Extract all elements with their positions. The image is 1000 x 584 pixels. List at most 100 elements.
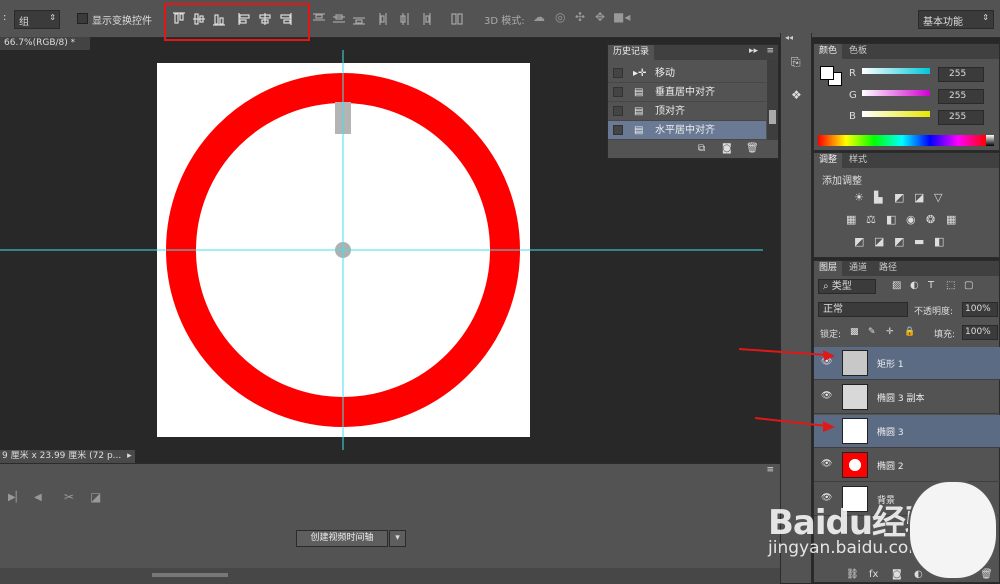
black-white-icon[interactable]: ◧: [886, 213, 896, 226]
distribute-hcenter-icon[interactable]: [398, 12, 412, 26]
blend-mode-dropdown[interactable]: 正常: [818, 302, 908, 317]
chevron-down-icon[interactable]: ▾: [389, 530, 406, 547]
filter-pixel-icon[interactable]: ▨: [892, 280, 901, 291]
filter-type-icon[interactable]: T: [928, 280, 934, 291]
history-checkbox[interactable]: [613, 125, 623, 135]
fill-input[interactable]: 100%: [962, 325, 998, 340]
history-checkbox[interactable]: [613, 87, 623, 97]
align-top-icon[interactable]: [172, 12, 186, 26]
color-lookup-icon[interactable]: ▦: [946, 213, 956, 226]
collapse-icon[interactable]: ▸▸: [749, 46, 758, 56]
tab-swatches[interactable]: 色板: [844, 44, 872, 59]
collapse-icon[interactable]: ◂◂: [785, 33, 793, 42]
channel-r-slider[interactable]: [862, 68, 930, 74]
new-adjustment-layer-icon[interactable]: ◐: [914, 569, 923, 580]
eye-icon[interactable]: 👁: [821, 459, 833, 471]
history-dock-icon[interactable]: ⎘: [791, 55, 801, 70]
grayscale-ramp[interactable]: [986, 135, 994, 146]
distribute-right-icon[interactable]: [418, 12, 432, 26]
create-video-timeline-button[interactable]: 创建视频时间轴: [296, 530, 388, 547]
tab-styles[interactable]: 样式: [844, 153, 872, 168]
scissors-icon[interactable]: ✂: [64, 490, 74, 504]
distribute-left-icon[interactable]: [378, 12, 392, 26]
gradient-map-icon[interactable]: ▬: [914, 235, 924, 248]
history-scrollbar[interactable]: [767, 60, 778, 140]
scale-3d-icon[interactable]: ■◂: [613, 10, 630, 24]
curves-icon[interactable]: ◩: [894, 191, 904, 204]
drag-3d-icon[interactable]: ✣: [575, 10, 585, 24]
lock-position-icon[interactable]: ✛: [886, 327, 894, 337]
filter-adjustment-icon[interactable]: ◐: [910, 280, 919, 291]
zoom-slider[interactable]: [152, 573, 228, 577]
lock-pixels-icon[interactable]: ✎: [868, 327, 876, 337]
history-item[interactable]: ▤ 垂直居中对齐: [608, 83, 766, 102]
panel-menu-icon[interactable]: ≡: [766, 465, 774, 475]
document-tab[interactable]: 66.7%(RGB/8) * ×: [0, 37, 90, 61]
posterize-icon[interactable]: ◪: [874, 235, 884, 248]
selective-color-icon[interactable]: ◧: [934, 235, 944, 248]
threshold-icon[interactable]: ◩: [894, 235, 904, 248]
new-document-from-state-icon[interactable]: ⧉: [698, 143, 705, 154]
tab-history[interactable]: 历史记录: [608, 45, 655, 60]
filter-shape-icon[interactable]: ⬚: [946, 280, 955, 291]
arrow-right-icon[interactable]: ▸: [127, 451, 132, 461]
tab-channels[interactable]: 通道: [844, 261, 872, 276]
align-right-icon[interactable]: [278, 12, 292, 26]
distribute-vcenter-icon[interactable]: [332, 12, 346, 26]
history-item[interactable]: ▤ 水平居中对齐: [608, 121, 766, 140]
tab-paths[interactable]: 路径: [874, 261, 902, 276]
exposure-icon[interactable]: ◪: [914, 191, 924, 204]
opacity-input[interactable]: 100%: [962, 302, 998, 317]
properties-dock-icon[interactable]: ❖: [791, 88, 802, 102]
add-mask-icon[interactable]: ◙: [892, 569, 902, 580]
transition-icon[interactable]: ◪: [90, 490, 101, 504]
channel-b-slider[interactable]: [862, 111, 930, 117]
vibrance-icon[interactable]: ▽: [934, 191, 942, 204]
lock-all-icon[interactable]: 🔒: [904, 327, 915, 337]
tab-adjustments[interactable]: 调整: [814, 153, 843, 168]
camera-snapshot-icon[interactable]: ◙: [722, 143, 732, 154]
tab-layers[interactable]: 图层: [814, 261, 843, 276]
align-horizontal-center-icon[interactable]: [258, 12, 272, 26]
color-balance-icon[interactable]: ⚖: [866, 213, 876, 226]
brightness-icon[interactable]: ☀: [854, 191, 864, 204]
levels-icon[interactable]: ▙: [874, 191, 882, 204]
play-icon[interactable]: ▶▏: [8, 492, 23, 503]
show-transform-checkbox[interactable]: [77, 13, 88, 24]
channel-mixer-icon[interactable]: ❂: [926, 213, 935, 226]
rotate-3d-icon[interactable]: ☁: [533, 10, 545, 24]
distribute-top-icon[interactable]: [312, 12, 326, 26]
auto-select-dropdown[interactable]: 组 ⇕: [14, 10, 60, 29]
channel-g-slider[interactable]: [862, 90, 930, 96]
layer-filter-dropdown[interactable]: ⌕ 类型: [818, 279, 876, 294]
distribute-bottom-icon[interactable]: [352, 12, 366, 26]
link-layers-icon[interactable]: ⛓: [846, 569, 859, 580]
fx-icon[interactable]: fx: [869, 569, 878, 580]
channel-g-value[interactable]: 255: [938, 89, 984, 104]
lock-transparent-icon[interactable]: ▩: [850, 327, 859, 337]
history-item[interactable]: ▸✛ 移动: [608, 64, 766, 83]
slide-3d-icon[interactable]: ✥: [595, 10, 605, 24]
history-checkbox[interactable]: [613, 106, 623, 116]
panel-menu-icon[interactable]: ≡: [766, 46, 774, 56]
align-vertical-center-icon[interactable]: [192, 12, 206, 26]
roll-3d-icon[interactable]: ◎: [555, 10, 565, 24]
invert-icon[interactable]: ◩: [854, 235, 864, 248]
tab-color[interactable]: 颜色: [814, 44, 843, 59]
foreground-color-swatch[interactable]: [820, 66, 834, 80]
trash-icon[interactable]: 🗑: [746, 143, 759, 154]
workspace-dropdown[interactable]: 基本功能 ⇕: [918, 10, 994, 29]
channel-b-value[interactable]: 255: [938, 110, 984, 125]
auto-align-icon[interactable]: [450, 12, 464, 26]
history-checkbox[interactable]: [613, 68, 623, 78]
channel-r-value[interactable]: 255: [938, 67, 984, 82]
photo-filter-icon[interactable]: ◉: [906, 213, 916, 226]
audio-icon[interactable]: ◀: [34, 492, 42, 503]
align-left-icon[interactable]: [238, 12, 252, 26]
history-item[interactable]: ▤ 顶对齐: [608, 102, 766, 121]
align-bottom-icon[interactable]: [212, 12, 226, 26]
color-spectrum-ramp[interactable]: [818, 135, 986, 146]
layer-row[interactable]: 👁 椭圆 2: [814, 449, 1000, 482]
filter-smart-object-icon[interactable]: ▢: [964, 280, 973, 291]
hue-saturation-icon[interactable]: ▦: [846, 213, 856, 226]
